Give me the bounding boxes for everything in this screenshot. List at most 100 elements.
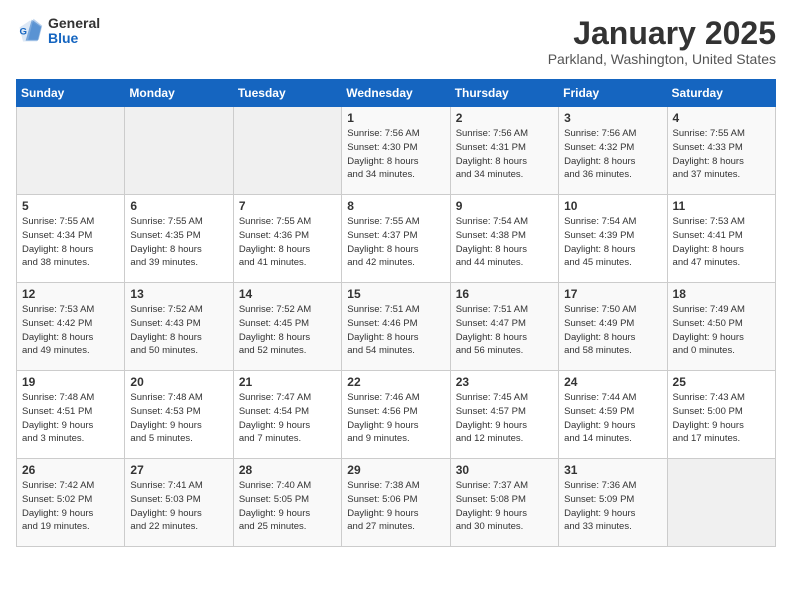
day-info: Sunrise: 7:47 AM Sunset: 4:54 PM Dayligh… bbox=[239, 391, 336, 446]
day-info: Sunrise: 7:46 AM Sunset: 4:56 PM Dayligh… bbox=[347, 391, 444, 446]
calendar-cell: 24 Sunrise: 7:44 AM Sunset: 4:59 PM Dayli… bbox=[559, 371, 667, 459]
day-info: Sunrise: 7:42 AM Sunset: 5:02 PM Dayligh… bbox=[22, 479, 119, 534]
calendar-cell: 27Sunrise: 7:41 AM Sunset: 5:03 PM Dayli… bbox=[125, 459, 233, 547]
day-info: Sunrise: 7:51 AM Sunset: 4:46 PM Dayligh… bbox=[347, 303, 444, 358]
day-info: Sunrise: 7:53 AM Sunset: 4:42 PM Dayligh… bbox=[22, 303, 119, 358]
day-number: 23 bbox=[456, 375, 553, 389]
day-info: Sunrise: 7:54 AM Sunset: 4:38 PM Dayligh… bbox=[456, 215, 553, 270]
day-number: 29 bbox=[347, 463, 444, 477]
week-row-3: 12Sunrise: 7:53 AM Sunset: 4:42 PM Dayli… bbox=[17, 283, 776, 371]
day-number: 11 bbox=[673, 199, 770, 213]
day-number: 28 bbox=[239, 463, 336, 477]
day-number: 26 bbox=[22, 463, 119, 477]
calendar-cell: 29 Sunrise: 7:38 AM Sunset: 5:06 PM Dayli… bbox=[342, 459, 450, 547]
day-info: Sunrise: 7:38 AM Sunset: 5:06 PM Dayligh… bbox=[347, 479, 444, 534]
day-number: 14 bbox=[239, 287, 336, 301]
calendar-cell: 16Sunrise: 7:51 AM Sunset: 4:47 PM Dayli… bbox=[450, 283, 558, 371]
calendar-cell: 9 Sunrise: 7:54 AM Sunset: 4:38 PM Daylig… bbox=[450, 195, 558, 283]
calendar-cell: 25 Sunrise: 7:43 AM Sunset: 5:00 PM Dayli… bbox=[667, 371, 775, 459]
day-info: Sunrise: 7:40 AM Sunset: 5:05 PM Dayligh… bbox=[239, 479, 336, 534]
day-header-tuesday: Tuesday bbox=[233, 80, 341, 107]
calendar-cell: 17 Sunrise: 7:50 AM Sunset: 4:49 PM Dayli… bbox=[559, 283, 667, 371]
day-header-wednesday: Wednesday bbox=[342, 80, 450, 107]
calendar-cell: 1 Sunrise: 7:56 AM Sunset: 4:30 PM Daylig… bbox=[342, 107, 450, 195]
day-info: Sunrise: 7:54 AM Sunset: 4:39 PM Dayligh… bbox=[564, 215, 661, 270]
calendar-cell: 2 Sunrise: 7:56 AM Sunset: 4:31 PM Daylig… bbox=[450, 107, 558, 195]
calendar-cell: 26 Sunrise: 7:42 AM Sunset: 5:02 PM Dayli… bbox=[17, 459, 125, 547]
day-number: 13 bbox=[130, 287, 227, 301]
day-number: 8 bbox=[347, 199, 444, 213]
calendar-cell: 13 Sunrise: 7:52 AM Sunset: 4:43 PM Dayli… bbox=[125, 283, 233, 371]
title-block: January 2025 Parkland, Washington, Unite… bbox=[548, 16, 776, 67]
day-info: Sunrise: 7:56 AM Sunset: 4:30 PM Dayligh… bbox=[347, 127, 444, 182]
day-number: 18 bbox=[673, 287, 770, 301]
calendar-cell: 7Sunrise: 7:55 AM Sunset: 4:36 PM Daylig… bbox=[233, 195, 341, 283]
day-number: 1 bbox=[347, 111, 444, 125]
week-row-1: 1 Sunrise: 7:56 AM Sunset: 4:30 PM Daylig… bbox=[17, 107, 776, 195]
day-info: Sunrise: 7:53 AM Sunset: 4:41 PM Dayligh… bbox=[673, 215, 770, 270]
calendar-cell bbox=[125, 107, 233, 195]
day-number: 24 bbox=[564, 375, 661, 389]
calendar-table: SundayMondayTuesdayWednesdayThursdayFrid… bbox=[16, 79, 776, 547]
calendar-cell bbox=[17, 107, 125, 195]
day-number: 5 bbox=[22, 199, 119, 213]
day-info: Sunrise: 7:49 AM Sunset: 4:50 PM Dayligh… bbox=[673, 303, 770, 358]
day-info: Sunrise: 7:41 AM Sunset: 5:03 PM Dayligh… bbox=[130, 479, 227, 534]
day-info: Sunrise: 7:55 AM Sunset: 4:37 PM Dayligh… bbox=[347, 215, 444, 270]
day-info: Sunrise: 7:50 AM Sunset: 4:49 PM Dayligh… bbox=[564, 303, 661, 358]
day-info: Sunrise: 7:55 AM Sunset: 4:36 PM Dayligh… bbox=[239, 215, 336, 270]
calendar-cell: 4 Sunrise: 7:55 AM Sunset: 4:33 PM Daylig… bbox=[667, 107, 775, 195]
day-number: 20 bbox=[130, 375, 227, 389]
day-header-saturday: Saturday bbox=[667, 80, 775, 107]
calendar-cell: 31Sunrise: 7:36 AM Sunset: 5:09 PM Dayli… bbox=[559, 459, 667, 547]
day-info: Sunrise: 7:55 AM Sunset: 4:34 PM Dayligh… bbox=[22, 215, 119, 270]
day-info: Sunrise: 7:37 AM Sunset: 5:08 PM Dayligh… bbox=[456, 479, 553, 534]
day-info: Sunrise: 7:56 AM Sunset: 4:31 PM Dayligh… bbox=[456, 127, 553, 182]
calendar-cell: 14 Sunrise: 7:52 AM Sunset: 4:45 PM Dayli… bbox=[233, 283, 341, 371]
day-number: 19 bbox=[22, 375, 119, 389]
calendar-cell: 19Sunrise: 7:48 AM Sunset: 4:51 PM Dayli… bbox=[17, 371, 125, 459]
day-info: Sunrise: 7:52 AM Sunset: 4:45 PM Dayligh… bbox=[239, 303, 336, 358]
calendar-subtitle: Parkland, Washington, United States bbox=[548, 51, 776, 67]
calendar-cell: 12Sunrise: 7:53 AM Sunset: 4:42 PM Dayli… bbox=[17, 283, 125, 371]
day-info: Sunrise: 7:44 AM Sunset: 4:59 PM Dayligh… bbox=[564, 391, 661, 446]
calendar-cell: 21 Sunrise: 7:47 AM Sunset: 4:54 PM Dayli… bbox=[233, 371, 341, 459]
logo-general: General bbox=[48, 15, 100, 31]
day-number: 22 bbox=[347, 375, 444, 389]
day-number: 10 bbox=[564, 199, 661, 213]
day-info: Sunrise: 7:55 AM Sunset: 4:33 PM Dayligh… bbox=[673, 127, 770, 182]
day-header-monday: Monday bbox=[125, 80, 233, 107]
day-number: 2 bbox=[456, 111, 553, 125]
day-number: 31 bbox=[564, 463, 661, 477]
day-header-friday: Friday bbox=[559, 80, 667, 107]
week-row-4: 19Sunrise: 7:48 AM Sunset: 4:51 PM Dayli… bbox=[17, 371, 776, 459]
calendar-title: January 2025 bbox=[548, 16, 776, 51]
calendar-cell: 8 Sunrise: 7:55 AM Sunset: 4:37 PM Daylig… bbox=[342, 195, 450, 283]
day-info: Sunrise: 7:55 AM Sunset: 4:35 PM Dayligh… bbox=[130, 215, 227, 270]
days-header-row: SundayMondayTuesdayWednesdayThursdayFrid… bbox=[17, 80, 776, 107]
logo-blue: Blue bbox=[48, 31, 100, 46]
calendar-cell: 30Sunrise: 7:37 AM Sunset: 5:08 PM Dayli… bbox=[450, 459, 558, 547]
calendar-cell: 20Sunrise: 7:48 AM Sunset: 4:53 PM Dayli… bbox=[125, 371, 233, 459]
calendar-cell bbox=[233, 107, 341, 195]
calendar-cell bbox=[667, 459, 775, 547]
day-number: 9 bbox=[456, 199, 553, 213]
calendar-cell: 5 Sunrise: 7:55 AM Sunset: 4:34 PM Daylig… bbox=[17, 195, 125, 283]
calendar-cell: 22 Sunrise: 7:46 AM Sunset: 4:56 PM Dayli… bbox=[342, 371, 450, 459]
day-header-thursday: Thursday bbox=[450, 80, 558, 107]
logo-icon: G bbox=[16, 17, 44, 45]
calendar-cell: 3Sunrise: 7:56 AM Sunset: 4:32 PM Daylig… bbox=[559, 107, 667, 195]
day-number: 17 bbox=[564, 287, 661, 301]
week-row-5: 26 Sunrise: 7:42 AM Sunset: 5:02 PM Dayli… bbox=[17, 459, 776, 547]
day-number: 21 bbox=[239, 375, 336, 389]
day-info: Sunrise: 7:43 AM Sunset: 5:00 PM Dayligh… bbox=[673, 391, 770, 446]
day-info: Sunrise: 7:56 AM Sunset: 4:32 PM Dayligh… bbox=[564, 127, 661, 182]
calendar-cell: 10 Sunrise: 7:54 AM Sunset: 4:39 PM Dayli… bbox=[559, 195, 667, 283]
calendar-cell: 15Sunrise: 7:51 AM Sunset: 4:46 PM Dayli… bbox=[342, 283, 450, 371]
day-number: 4 bbox=[673, 111, 770, 125]
day-info: Sunrise: 7:52 AM Sunset: 4:43 PM Dayligh… bbox=[130, 303, 227, 358]
page-header: G General Blue January 2025 Parkland, Wa… bbox=[16, 16, 776, 67]
day-number: 25 bbox=[673, 375, 770, 389]
day-number: 16 bbox=[456, 287, 553, 301]
week-row-2: 5 Sunrise: 7:55 AM Sunset: 4:34 PM Daylig… bbox=[17, 195, 776, 283]
